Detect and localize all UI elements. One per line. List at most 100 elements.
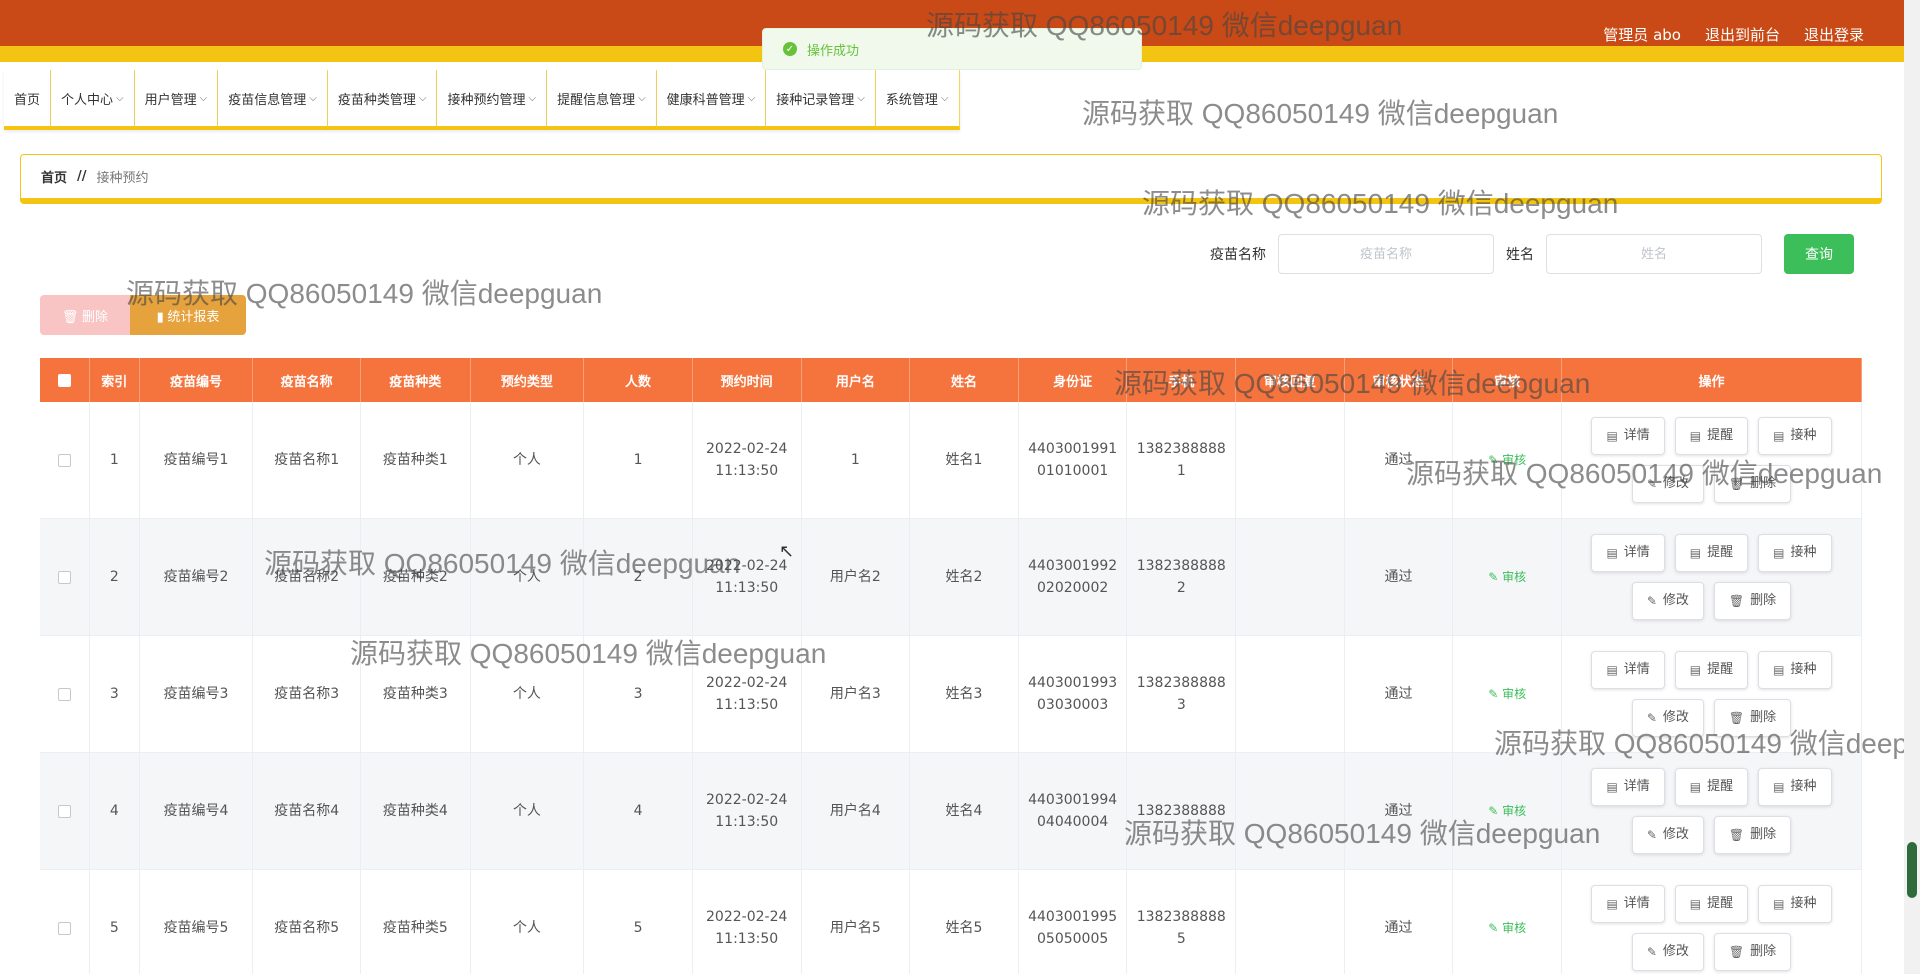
audit-link[interactable]: ✎ 审核	[1488, 683, 1526, 705]
chevron-down-icon: ⌵	[940, 92, 949, 104]
detail-button[interactable]: ▤ 详情	[1591, 768, 1665, 806]
cell-user: 用户名4	[802, 753, 911, 869]
delete-button[interactable]: 🗑 删除	[1713, 816, 1792, 854]
breadcrumb-home[interactable]: 首页	[41, 167, 67, 186]
stats-report-button[interactable]: ▮ 统计报表	[130, 295, 246, 335]
edit-button[interactable]: ✎ 修改	[1631, 465, 1704, 503]
success-toast: ✓ 操作成功	[762, 28, 1142, 70]
nav-item-label: 首页	[14, 92, 41, 108]
cell-realname: 姓名1	[910, 402, 1019, 518]
row-checkbox[interactable]	[57, 453, 71, 467]
column-header: 疫苗名称	[253, 358, 361, 402]
cell-idx: 4	[90, 753, 140, 869]
check-circle-icon: ✓	[783, 42, 797, 56]
header-links: 管理员 abo 退出到前台 退出登录	[1603, 24, 1864, 45]
document-icon: ▤	[1689, 897, 1702, 911]
nav-item[interactable]: 疫苗信息管理 ⌵	[218, 70, 328, 130]
nav-item[interactable]: 用户管理 ⌵	[134, 70, 219, 130]
header-select-all[interactable]	[40, 358, 90, 402]
query-button[interactable]: 查询	[1784, 234, 1854, 274]
cell-reply	[1236, 636, 1345, 752]
row-checkbox[interactable]	[57, 804, 71, 818]
detail-button[interactable]: ▤ 详情	[1591, 534, 1665, 572]
audit-link[interactable]: ✎ 审核	[1488, 449, 1526, 471]
row-checkbox[interactable]	[57, 921, 71, 935]
edit-pen-icon: ✎	[1646, 477, 1657, 491]
vaccinate-button[interactable]: ▤ 接种	[1758, 885, 1832, 923]
nav-item[interactable]: 疫苗种类管理 ⌵	[327, 70, 438, 130]
nav-item[interactable]: 接种记录管理 ⌵	[766, 70, 876, 130]
row-checkbox[interactable]	[57, 687, 71, 701]
logout-link[interactable]: 退出登录	[1804, 24, 1864, 45]
row-select-cell	[40, 870, 90, 974]
delete-button[interactable]: 🗑 删除	[1713, 582, 1792, 620]
vaccine-name-input[interactable]	[1278, 234, 1494, 274]
cell-phone: 1382388888	[1127, 753, 1237, 869]
vaccinate-button-label: 接种	[1790, 545, 1817, 560]
vaccinate-button[interactable]: ▤ 接种	[1758, 534, 1832, 572]
nav-item[interactable]: 接种预约管理 ⌵	[437, 70, 548, 130]
cell-reply	[1236, 402, 1345, 518]
delete-button-label: 删除	[1750, 710, 1777, 725]
exit-to-front-link[interactable]: 退出到前台	[1705, 24, 1780, 45]
vaccinate-button-label: 接种	[1790, 896, 1817, 911]
select-all-checkbox[interactable]	[57, 373, 71, 387]
nav-item[interactable]: 提醒信息管理 ⌵	[547, 70, 657, 130]
chevron-down-icon: ⌵	[528, 92, 537, 104]
cell-idx: 2	[90, 519, 140, 635]
cell-idcard: 4403001992 02020002	[1019, 519, 1128, 635]
document-icon: ▤	[1606, 897, 1618, 911]
nav-item[interactable]: 个人中心 ⌵	[51, 70, 135, 130]
nav-item-label: 提醒信息管理	[557, 92, 636, 108]
delete-button[interactable]: 🗑 删除	[1713, 699, 1792, 737]
row-actions: ▤ 详情 ▤ 提醒 ▤ 接种 ✎ 修改 🗑 删除	[1591, 651, 1832, 737]
edit-button[interactable]: ✎ 修改	[1631, 816, 1704, 854]
remind-button[interactable]: ▤ 提醒	[1674, 534, 1749, 572]
vaccinate-button[interactable]: ▤ 接种	[1758, 651, 1832, 689]
vaccinate-button[interactable]: ▤ 接种	[1758, 768, 1832, 806]
edit-pen-icon: ✎	[1646, 945, 1657, 959]
detail-button-label: 详情	[1623, 428, 1650, 443]
cell-user: 用户名5	[802, 870, 911, 974]
vertical-scrollbar[interactable]	[1904, 0, 1920, 974]
cell-phone: 1382388888 5	[1127, 870, 1237, 974]
audit-label: 审核	[1502, 921, 1527, 935]
cell-audit: ✎ 审核	[1453, 870, 1563, 974]
delete-button[interactable]: 🗑 删除	[1713, 933, 1792, 971]
chevron-down-icon: ⌵	[418, 92, 427, 104]
appointments-table: 索引 疫苗编号 疫苗名称 疫苗种类 预约类型 人数 预约时间 用户名 姓名 身份证 手机 审核回复 审核…	[40, 358, 1862, 974]
cell-user: 1	[802, 402, 911, 518]
audit-link[interactable]: ✎ 审核	[1488, 566, 1526, 588]
row-checkbox[interactable]	[57, 570, 71, 584]
detail-button[interactable]: ▤ 详情	[1591, 885, 1665, 923]
edit-button[interactable]: ✎ 修改	[1631, 933, 1704, 971]
nav-item[interactable]: 首页	[4, 70, 52, 130]
audit-link[interactable]: ✎ 审核	[1488, 800, 1526, 822]
document-icon: ▤	[1606, 663, 1618, 677]
nav-item-label: 系统管理	[885, 92, 938, 108]
bulk-delete-button[interactable]: 🗑 删除	[40, 295, 130, 335]
remind-button[interactable]: ▤ 提醒	[1674, 768, 1749, 806]
nav-item[interactable]: 健康科普管理 ⌵	[656, 70, 767, 130]
remind-button[interactable]: ▤ 提醒	[1674, 417, 1749, 455]
cell-idcard: 4403001993 03030003	[1019, 636, 1128, 752]
column-header: 预约类型	[471, 358, 585, 402]
detail-button[interactable]: ▤ 详情	[1591, 651, 1665, 689]
cell-phone: 1382388888 1	[1127, 402, 1237, 518]
cell-name: 疫苗名称4	[253, 753, 361, 869]
audit-link[interactable]: ✎ 审核	[1488, 917, 1526, 939]
edit-button[interactable]: ✎ 修改	[1631, 699, 1704, 737]
detail-button-label: 详情	[1623, 545, 1650, 560]
remind-button[interactable]: ▤ 提醒	[1674, 885, 1749, 923]
vaccinate-button[interactable]: ▤ 接种	[1758, 417, 1832, 455]
table-row: 2 疫苗编号2 疫苗名称2 疫苗种类2 个人 2 2022-02-24 11:13:50 用户…	[40, 519, 1862, 636]
remind-button[interactable]: ▤ 提醒	[1674, 651, 1749, 689]
name-input[interactable]	[1546, 234, 1762, 274]
scrollbar-thumb[interactable]	[1907, 842, 1917, 898]
detail-button[interactable]: ▤ 详情	[1591, 417, 1665, 455]
nav-item[interactable]: 系统管理 ⌵	[875, 70, 960, 130]
delete-button[interactable]: 🗑 删除	[1713, 465, 1792, 503]
edit-button[interactable]: ✎ 修改	[1631, 582, 1704, 620]
document-icon: ▤	[1689, 663, 1702, 677]
cell-idx: 1	[90, 402, 140, 518]
